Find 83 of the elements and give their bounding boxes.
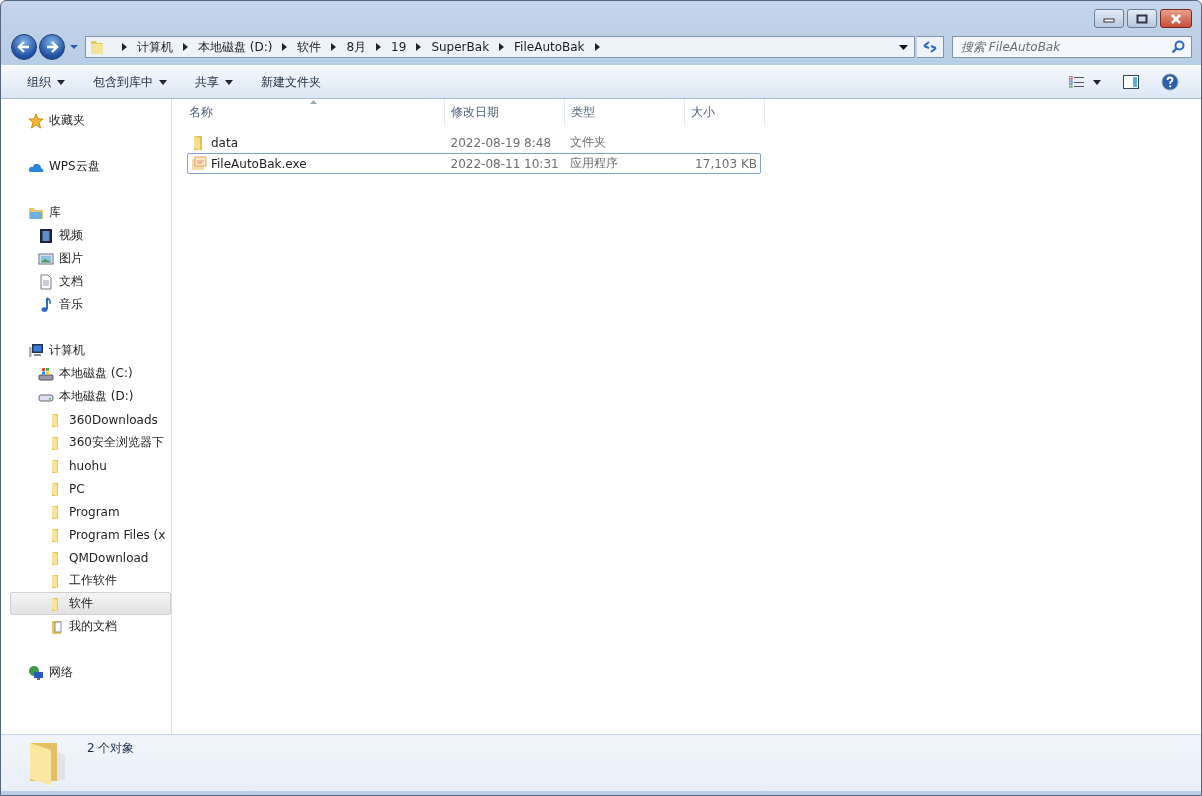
computer-icon (28, 342, 44, 359)
tree-item[interactable]: 我的文档 (10, 615, 171, 638)
application-icon (191, 155, 207, 172)
breadcrumb[interactable]: SuperBak (431, 40, 490, 54)
column-header[interactable]: 修改日期 (445, 99, 565, 126)
close-icon (1169, 13, 1183, 24)
tree-item[interactable]: 360Downloads (10, 408, 171, 431)
chevron-right-icon (416, 43, 422, 51)
drive-icon (38, 365, 54, 382)
maximize-icon (1136, 13, 1148, 24)
file-name: FileAutoBak.exe (211, 156, 307, 171)
tree-item[interactable]: 视频 (10, 224, 171, 247)
tree-item[interactable]: PC (10, 477, 171, 500)
tree-item[interactable]: 本地磁盘 (D:) (10, 385, 171, 408)
tree-item[interactable]: 计算机 (10, 339, 171, 362)
picture-icon (38, 250, 54, 267)
folder-icon (90, 39, 104, 55)
maximize-button[interactable] (1127, 9, 1157, 28)
tree-item[interactable]: 文档 (10, 270, 171, 293)
tree-item[interactable]: QMDownload (10, 546, 171, 569)
breadcrumb[interactable]: 8月 (346, 38, 367, 56)
tree-item[interactable]: 库 (10, 201, 171, 224)
tree-item[interactable]: 软件 (10, 592, 171, 615)
file-type: 应用程序 (570, 155, 619, 172)
tree-item[interactable]: Program (10, 500, 171, 523)
chevron-right-icon (499, 43, 505, 51)
toolbar-button[interactable]: 共享 (185, 69, 243, 95)
network-icon (28, 664, 44, 681)
tree-item[interactable]: 360安全浏览器下 (10, 431, 171, 454)
tree-item[interactable]: Program Files (x (10, 523, 171, 546)
breadcrumb[interactable]: 本地磁盘 (D:) (198, 38, 273, 56)
music-note-icon (38, 296, 54, 313)
help-icon[interactable] (1161, 73, 1179, 91)
caret-icon[interactable] (1093, 79, 1101, 85)
date-modified: 2022-08-19 8:48 (450, 135, 552, 150)
tree-item[interactable]: huohu (10, 454, 171, 477)
toolbar-button[interactable]: 组织 (17, 69, 75, 95)
preview-pane-icon[interactable] (1123, 75, 1139, 89)
back-button[interactable] (11, 34, 37, 60)
refresh-button[interactable] (917, 36, 944, 58)
folder-icon (27, 741, 67, 785)
chevron-right-icon (282, 43, 288, 51)
file-row[interactable]: data 2022-08-19 8:48 文件夹 (187, 132, 761, 153)
search-field[interactable]: 搜索 FileAutoBak (952, 36, 1192, 58)
toolbar-button[interactable]: 包含到库中 (83, 69, 177, 95)
dropdown-icon[interactable] (899, 44, 908, 50)
tree-item[interactable]: WPS云盘 (10, 155, 171, 178)
tree-item[interactable]: 音乐 (10, 293, 171, 316)
forward-button[interactable] (39, 34, 65, 60)
chevron-right-icon (376, 43, 382, 51)
toolbar-button[interactable]: 新建文件夹 (251, 69, 331, 95)
arrow-left-icon (17, 40, 31, 54)
item-count: 2 个对象 (87, 740, 135, 757)
breadcrumb[interactable]: 19 (391, 40, 407, 54)
column-header[interactable]: 类型 (565, 99, 685, 126)
address-bar[interactable]: 计算机 本地磁盘 (D:) 软件 8月 19 SuperBak FileAutoBak (85, 36, 915, 58)
sort-arrow-icon (310, 100, 317, 104)
search-icon (1171, 40, 1185, 54)
view-list-icon[interactable] (1069, 76, 1085, 88)
file-row[interactable]: FileAutoBak.exe 2022-08-11 10:31 应用程序 17,103 KB (187, 153, 761, 174)
chevron-right-icon (122, 43, 127, 51)
chevron-right-icon (594, 43, 600, 51)
date-modified: 2022-08-11 10:31 (450, 156, 559, 171)
breadcrumb[interactable]: FileAutoBak (514, 40, 585, 54)
file-size: 17,103 KB (695, 156, 757, 171)
arrow-right-icon (45, 40, 59, 54)
tree-item[interactable]: 本地磁盘 (C:) (10, 362, 171, 385)
document-icon (38, 273, 54, 290)
file-name: data (211, 135, 239, 150)
close-button[interactable] (1160, 9, 1192, 28)
breadcrumb[interactable]: 计算机 (137, 38, 173, 56)
tree-item[interactable]: 收藏夹 (10, 109, 171, 132)
history-dropdown-icon[interactable] (69, 44, 79, 50)
tree-item[interactable]: 工作软件 (10, 569, 171, 592)
tree-item[interactable]: 图片 (10, 247, 171, 270)
chevron-right-icon (183, 43, 188, 51)
film-icon (38, 227, 54, 244)
chevron-right-icon (331, 43, 337, 51)
tree-item[interactable]: 网络 (10, 661, 171, 684)
breadcrumb[interactable]: 软件 (297, 38, 322, 56)
file-type: 文件夹 (570, 134, 607, 151)
star-icon (28, 112, 44, 129)
column-header[interactable]: 大小 (685, 99, 765, 126)
